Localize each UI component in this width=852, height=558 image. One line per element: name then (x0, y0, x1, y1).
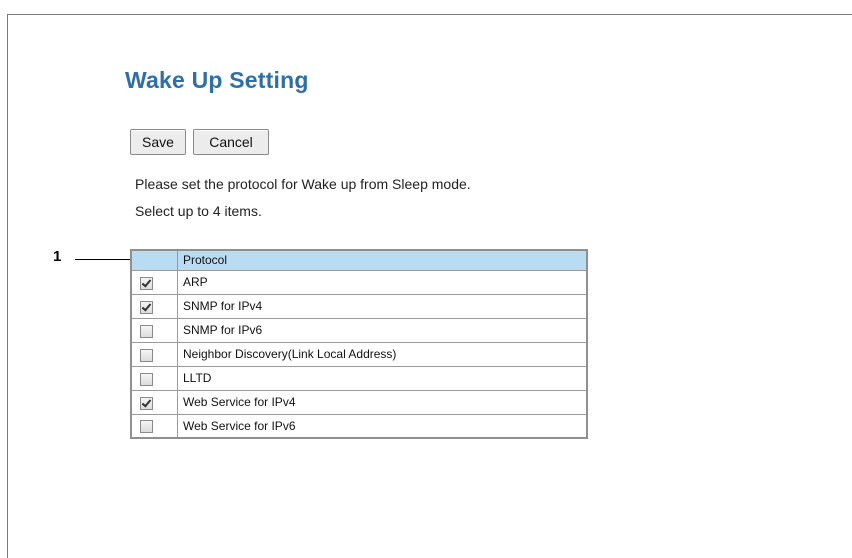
protocol-checkbox-web-service-ipv4[interactable] (140, 396, 153, 410)
protocol-label: ARP (177, 269, 588, 295)
protocol-table: Protocol ARP SNMP for IPv4 SNMP for IPv6… (130, 249, 588, 439)
page-title: Wake Up Setting (125, 67, 309, 93)
protocol-column-header: Protocol (177, 249, 588, 271)
table-row: Web Service for IPv6 (130, 413, 588, 439)
protocol-checkbox-web-service-ipv6[interactable] (140, 420, 153, 434)
table-row: LLTD (130, 365, 588, 391)
table-row: ARP (130, 269, 588, 295)
protocol-checkbox-neighbor-discovery[interactable] (140, 348, 153, 362)
protocol-label: SNMP for IPv4 (177, 293, 588, 319)
callout-number: 1 (53, 248, 62, 265)
table-row: SNMP for IPv6 (130, 317, 588, 343)
table-row: SNMP for IPv4 (130, 293, 588, 319)
checkbox-column-header (130, 249, 178, 271)
instruction-limit-text: Select up to 4 items. (135, 203, 262, 219)
protocol-checkbox-snmp-ipv6[interactable] (140, 324, 153, 338)
instruction-text: Please set the protocol for Wake up from… (135, 176, 471, 192)
protocol-label: Web Service for IPv4 (177, 389, 588, 415)
protocol-label: Web Service for IPv6 (177, 413, 588, 439)
protocol-checkbox-arp[interactable] (140, 276, 153, 290)
cancel-button[interactable]: Cancel (193, 129, 269, 155)
protocol-checkbox-snmp-ipv4[interactable] (140, 300, 153, 314)
protocol-label: LLTD (177, 365, 588, 391)
table-row: Neighbor Discovery(Link Local Address) (130, 341, 588, 367)
protocol-label: Neighbor Discovery(Link Local Address) (177, 341, 588, 367)
save-button[interactable]: Save (130, 129, 186, 155)
protocol-checkbox-lltd[interactable] (140, 372, 153, 386)
protocol-label: SNMP for IPv6 (177, 317, 588, 343)
table-row: Web Service for IPv4 (130, 389, 588, 415)
table-header-row: Protocol (130, 249, 588, 271)
